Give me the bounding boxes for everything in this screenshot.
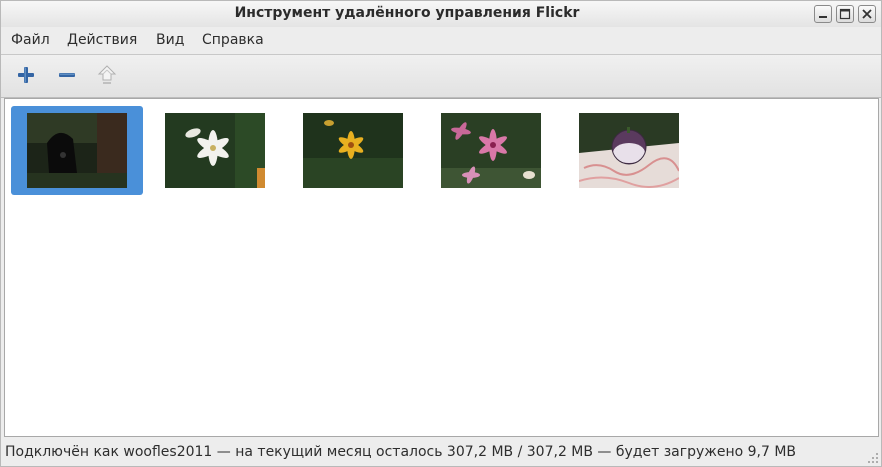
maximize-icon <box>839 8 851 20</box>
close-button[interactable] <box>858 5 876 23</box>
add-button[interactable] <box>14 63 38 87</box>
menu-view[interactable]: Вид <box>156 32 184 48</box>
photo-grid[interactable] <box>4 98 879 437</box>
remove-icon <box>59 73 75 77</box>
menu-actions[interactable]: Действия <box>67 32 137 48</box>
photo-yellow-lily <box>303 113 403 188</box>
remove-button[interactable] <box>55 63 79 87</box>
status-bar: Подключён как woofles2011 — на текущий м… <box>1 438 881 466</box>
menu-file[interactable]: Файл <box>11 32 50 48</box>
upload-button[interactable] <box>95 63 119 87</box>
title-bar[interactable]: Инструмент удалённого управления Flickr <box>1 1 881 27</box>
photo-pink-lily <box>441 113 541 188</box>
photo-thumbnail-purple-vegetable[interactable] <box>579 113 679 188</box>
window-title: Инструмент удалённого управления Flickr <box>234 5 580 21</box>
minimize-icon <box>819 16 827 18</box>
photo-dog <box>27 113 127 188</box>
photo-thumbnail-dog[interactable] <box>27 113 127 188</box>
app-window: Инструмент удалённого управления Flickr … <box>0 0 882 467</box>
photo-white-lily <box>165 113 265 188</box>
maximize-button[interactable] <box>836 5 854 23</box>
photo-purple-vegetable <box>579 113 679 188</box>
resize-grip-icon[interactable] <box>867 452 879 464</box>
upload-icon <box>97 65 117 84</box>
toolbar <box>1 55 881 97</box>
minimize-button[interactable] <box>814 5 832 23</box>
menu-bar: Файл Действия Вид Справка <box>1 28 881 54</box>
add-icon <box>18 67 34 83</box>
status-text: Подключён как woofles2011 — на текущий м… <box>5 444 797 460</box>
photo-thumbnail-pink-lily[interactable] <box>441 113 541 188</box>
menu-help[interactable]: Справка <box>202 32 264 48</box>
photo-thumbnail-white-lily[interactable] <box>165 113 265 188</box>
close-icon <box>862 9 872 19</box>
photo-thumbnail-yellow-lily[interactable] <box>303 113 403 188</box>
